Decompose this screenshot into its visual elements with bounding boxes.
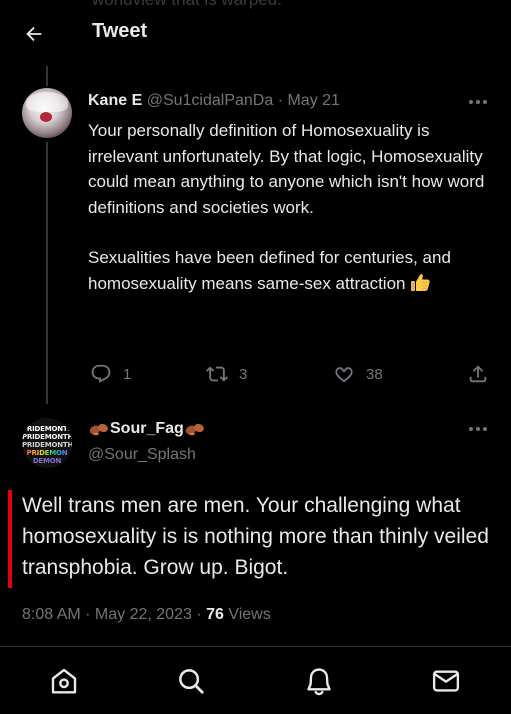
avatar-text: PRIDEMON	[22, 449, 72, 457]
share-icon	[469, 365, 487, 383]
share-button[interactable]	[467, 362, 489, 386]
tweet-text: Well trans men are men. Your challenging…	[22, 494, 489, 579]
views-count: 76	[206, 606, 224, 623]
avatar-text: PRIDEMONTH	[22, 441, 72, 449]
search-icon	[179, 669, 204, 694]
retweet-icon	[206, 366, 228, 382]
reply-icon	[91, 364, 111, 383]
envelope-icon	[432, 670, 460, 692]
reply-paragraph: Your personally definition of Homosexual…	[88, 121, 485, 217]
home-icon	[51, 668, 77, 694]
reply-count: 1	[123, 365, 132, 383]
author-name-text: Sour_Fag	[110, 420, 184, 437]
avatar-art	[26, 92, 68, 112]
avatar-text: PRIDEMONTH	[22, 425, 72, 433]
nav-home[interactable]	[48, 665, 80, 697]
back-button[interactable]	[20, 20, 48, 48]
author-name[interactable]: Sour_Fag	[88, 420, 206, 438]
author-handle-date[interactable]: @Su1cidalPanDa · May 21	[147, 92, 340, 109]
bell-icon	[307, 668, 331, 696]
reply-text: Your personally definition of Homosexual…	[88, 118, 498, 296]
nav-notifications[interactable]	[303, 665, 335, 697]
more-options-button[interactable]	[467, 420, 489, 438]
nav-search[interactable]	[175, 665, 207, 697]
author-name[interactable]: Kane E	[88, 92, 142, 109]
tweet-time[interactable]: 8:08 AM	[22, 606, 81, 623]
like-count: 38	[366, 365, 383, 383]
more-horizontal-icon	[469, 100, 487, 104]
nav-messages[interactable]	[430, 665, 462, 697]
more-options-button[interactable]	[467, 93, 489, 111]
avatar-art	[40, 112, 52, 122]
tweet-date[interactable]: May 22, 2023	[95, 606, 192, 623]
top-header: worldview that is warped. Tweet	[0, 0, 511, 66]
page-title: Tweet	[92, 20, 148, 42]
more-horizontal-icon	[469, 427, 487, 431]
highlight-bar	[8, 490, 12, 588]
avatar-text: DEMON	[32, 457, 62, 465]
tweet-page: worldview that is warped. Tweet Kane E @…	[0, 0, 511, 714]
views-label: Views	[228, 606, 271, 623]
bottom-nav	[0, 647, 511, 714]
tweet-timestamp: 8:08 AM · May 22, 2023 · 76 Views	[22, 606, 271, 623]
retweet-count: 3	[239, 365, 248, 383]
beans-icon	[185, 423, 204, 436]
reply-button[interactable]: 1	[90, 362, 131, 386]
author-handle[interactable]: @Sour_Splash	[88, 446, 196, 464]
heart-icon	[335, 367, 353, 383]
scrolled-tweet-text: worldview that is warped.	[92, 0, 282, 10]
avatar[interactable]: PRIDEMONTH PRIDEMONTH PRIDEMONTH PRIDEMO…	[22, 418, 72, 468]
like-button[interactable]: 38	[333, 362, 383, 386]
thread-connector	[46, 142, 48, 404]
arrow-left-icon	[26, 26, 42, 42]
reply-author-line: Kane E @Su1cidalPanDa · May 21	[88, 92, 340, 110]
beans-icon	[89, 423, 108, 436]
thread-connector	[46, 66, 48, 86]
avatar-text: PRIDEMONTH	[22, 433, 72, 441]
reply-paragraph: Sexualities have been defined for centur…	[88, 245, 498, 296]
avatar[interactable]	[22, 88, 72, 138]
thumbs-up-icon	[411, 273, 431, 291]
retweet-button[interactable]: 3	[206, 362, 247, 386]
reply-paragraph-text: Sexualities have been defined for centur…	[88, 248, 451, 293]
